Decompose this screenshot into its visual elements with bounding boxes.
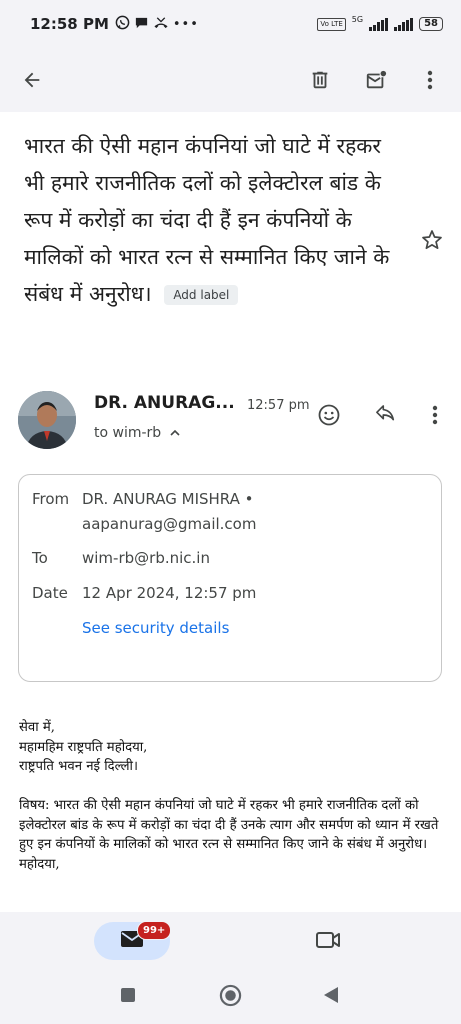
volte-icon: Vo LTE — [317, 17, 346, 31]
date-value: 12 Apr 2024, 12:57 pm — [82, 584, 257, 602]
delete-icon[interactable] — [302, 62, 338, 98]
body-line-3: राष्ट्रपति भवन नई दिल्ली। — [19, 759, 138, 774]
body-line-2: महामहिम राष्ट्रपति महोदया, — [19, 739, 148, 755]
more-vert-icon[interactable] — [412, 62, 448, 98]
missed-call-icon — [153, 15, 169, 34]
recent-apps-icon[interactable] — [120, 987, 136, 1007]
battery-icon: 58 — [419, 17, 443, 31]
unread-count-badge: 99+ — [137, 921, 172, 940]
email-time: 12:57 pm — [247, 398, 310, 413]
video-camera-icon — [314, 932, 342, 956]
sender-name[interactable]: DR. ANURAG... — [94, 393, 235, 413]
system-navigation — [0, 978, 461, 1012]
notification-icons: ••• — [115, 15, 199, 34]
more-dots-icon: ••• — [172, 16, 199, 32]
message-more-icon[interactable] — [419, 399, 451, 431]
signal-icon-2 — [394, 17, 414, 31]
to-label: To — [32, 549, 48, 567]
recipients-toggle[interactable]: to wim-rb — [94, 425, 180, 441]
body-subject: विषय: भारत की ऐसी महान कंपनियां जो घाटे … — [19, 798, 439, 852]
home-icon[interactable] — [219, 984, 242, 1011]
reply-icon[interactable] — [370, 399, 402, 431]
from-label: From — [32, 490, 70, 508]
email-body: सेवा में, महामहिम राष्ट्रपति महोदया, राष… — [19, 718, 444, 874]
date-label: Date — [32, 584, 68, 602]
chat-icon — [134, 15, 149, 34]
email-subject: भारत की ऐसी महान कंपनियां जो घाटे में रह… — [24, 128, 404, 313]
status-bar: 12:58 PM ••• Vo LTE 5G 58 — [0, 0, 461, 48]
chevron-up-icon — [170, 425, 180, 441]
subject-text: भारत की ऐसी महान कंपनियां जो घाटे में रह… — [24, 134, 390, 306]
from-value[interactable]: DR. ANURAG MISHRA • aapanurag@gmail.com — [82, 487, 422, 537]
star-icon[interactable] — [420, 228, 444, 256]
to-text: to wim-rb — [94, 425, 162, 441]
back-arrow-icon[interactable] — [14, 62, 50, 98]
app-bar — [0, 48, 461, 112]
network-type: 5G — [351, 14, 364, 24]
signal-icon — [369, 17, 389, 31]
mark-unread-icon[interactable] — [358, 62, 394, 98]
add-label-button[interactable]: Add label — [164, 285, 239, 305]
avatar[interactable] — [18, 391, 76, 449]
bottom-navigation: 99+ — [0, 912, 461, 1024]
security-details-link[interactable]: See security details — [82, 616, 422, 641]
to-value[interactable]: wim-rb@rb.nic.in — [82, 546, 422, 571]
body-salutation: महोदया, — [19, 856, 60, 872]
body-line-1: सेवा में, — [19, 720, 55, 735]
back-nav-icon[interactable] — [323, 986, 339, 1008]
system-indicators: Vo LTE 5G 58 — [317, 14, 443, 31]
status-time: 12:58 PM — [30, 15, 109, 33]
whatsapp-icon — [115, 15, 130, 34]
emoji-reaction-icon[interactable] — [313, 399, 345, 431]
message-details-card: From DR. ANURAG MISHRA • aapanurag@gmail… — [18, 474, 442, 682]
meet-tab[interactable] — [314, 928, 342, 956]
